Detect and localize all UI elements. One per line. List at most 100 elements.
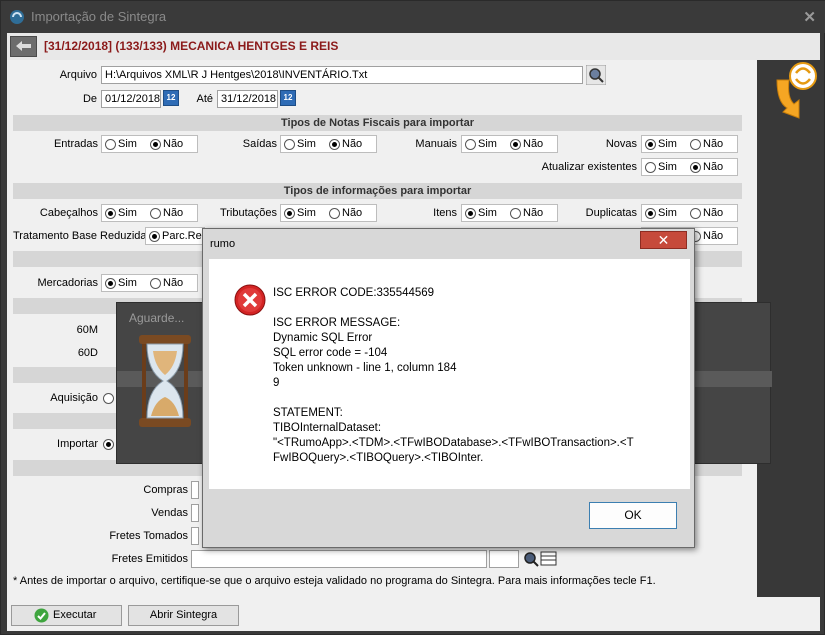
atualizar-no-radio[interactable] <box>690 162 701 173</box>
error-line: ISC ERROR CODE:335544569 <box>273 287 435 299</box>
saidas-radio-group: Sim Não <box>280 135 377 153</box>
mercadorias-label: Mercadorias <box>37 277 98 289</box>
error-dialog-title: rumo <box>210 238 236 250</box>
aquisicao-label: Aquisição <box>50 392 98 404</box>
window-title: Importação de Sintegra <box>31 9 167 24</box>
cabecalhos-no-radio[interactable] <box>150 208 161 219</box>
error-line: TIBOInternalDataset: <box>273 422 382 434</box>
fretes-emitidos-code-input[interactable] <box>489 550 519 568</box>
date-from-input[interactable]: 01/12/2018 <box>101 90 161 108</box>
download-arrow-icon[interactable] <box>759 60 819 124</box>
error-line <box>273 301 678 316</box>
fretes-emitidos-input[interactable] <box>191 550 487 568</box>
error-line: 9 <box>273 377 280 389</box>
saidas-yes-radio[interactable] <box>284 139 295 150</box>
duplicatas-radio-group: Sim Não <box>641 204 738 222</box>
mercadorias-yes-radio[interactable] <box>105 278 116 289</box>
tributacoes-label: Tributações <box>219 207 277 219</box>
cabecalhos-label: Cabeçalhos <box>39 207 98 219</box>
company-header: [31/12/2018] (133/133) MECANICA HENTGES … <box>44 39 339 53</box>
saidas-label: Saídas <box>242 138 277 150</box>
manuais-yes-radio[interactable] <box>465 139 476 150</box>
entradas-yes-radio[interactable] <box>105 139 116 150</box>
compras-input[interactable] <box>191 481 199 499</box>
date-to-label: Até <box>196 93 213 105</box>
fretes-emitidos-label: Fretes Emitidos <box>111 553 188 565</box>
back-button[interactable] <box>10 36 37 57</box>
novas-yes-radio[interactable] <box>645 139 656 150</box>
m60-label: 60M <box>76 324 98 336</box>
calendar-to-icon[interactable]: 12 <box>280 90 296 106</box>
section-nf-types: Tipos de Notas Fiscais para importar <box>13 115 742 131</box>
tributacoes-no-radio[interactable] <box>329 208 340 219</box>
header-bar: [31/12/2018] (133/133) MECANICA HENTGES … <box>7 33 820 60</box>
error-line: STATEMENT: <box>273 407 343 419</box>
browse-search-icon[interactable] <box>586 65 606 85</box>
duplicatas-no-radio[interactable] <box>690 208 701 219</box>
title-bar: Importação de Sintegra ✕ <box>1 1 825 33</box>
cabecalhos-radio-group: Sim Não <box>101 204 198 222</box>
footnote: * Antes de importar o arquivo, certifiqu… <box>13 575 656 587</box>
novas-radio-group: Sim Não <box>641 135 738 153</box>
close-window-button[interactable]: ✕ <box>803 8 816 26</box>
itens-yes-radio[interactable] <box>465 208 476 219</box>
d60-label: 60D <box>77 347 98 359</box>
file-path-input[interactable]: H:\Arquivos XML\R J Hentges\2018\INVENTÁ… <box>101 66 583 84</box>
tratamento-radio-group: Parc.Re <box>145 227 205 245</box>
novas-no-radio[interactable] <box>690 139 701 150</box>
saidas-no-radio[interactable] <box>329 139 340 150</box>
atualizar-radio-group: Sim Não <box>641 158 738 176</box>
execute-button[interactable]: Executar <box>11 605 122 626</box>
hourglass-icon <box>139 335 191 427</box>
vendas-input[interactable] <box>191 504 199 522</box>
manuais-radio-group: Sim Não <box>461 135 558 153</box>
compras-label: Compras <box>143 484 188 496</box>
duplicatas-label: Duplicatas <box>585 207 637 219</box>
section-info-types: Tipos de informações para importar <box>13 183 742 199</box>
aquisicao-radio[interactable] <box>103 393 114 404</box>
error-line: ISC ERROR MESSAGE: <box>273 317 401 329</box>
atualizar-yes-radio[interactable] <box>645 162 656 173</box>
fretes-tomados-input[interactable] <box>191 527 199 545</box>
error-line: FwIBOQuery>.<TIBOQuery>.<TIBOInter. <box>273 452 484 464</box>
error-close-button[interactable]: ✕ <box>640 231 687 249</box>
mercadorias-no-radio[interactable] <box>150 278 161 289</box>
tributacoes-radio-group: Sim Não <box>280 204 377 222</box>
manuais-label: Manuais <box>415 138 457 150</box>
execute-label: Executar <box>53 609 97 621</box>
date-to-input[interactable]: 31/12/2018 <box>217 90 278 108</box>
check-circle-icon <box>34 608 49 623</box>
main-window: Importação de Sintegra ✕ [31/12/2018] (1… <box>0 0 825 635</box>
entradas-no-radio[interactable] <box>150 139 161 150</box>
itens-no-radio[interactable] <box>510 208 521 219</box>
fretes-tomados-label: Fretes Tomados <box>109 530 188 542</box>
tratamento-radio[interactable] <box>149 231 160 242</box>
mercadorias-radio-group: Sim Não <box>101 274 198 292</box>
importar-label: Importar <box>57 438 98 450</box>
entradas-label: Entradas <box>53 138 98 150</box>
error-line <box>273 391 678 406</box>
vendas-label: Vendas <box>151 507 188 519</box>
ok-button[interactable]: OK <box>589 502 677 529</box>
cabecalhos-yes-radio[interactable] <box>105 208 116 219</box>
bottom-bar: Executar Abrir Sintegra <box>7 597 820 631</box>
error-icon <box>234 284 266 316</box>
search-grid-icon[interactable] <box>522 550 558 568</box>
error-dialog: rumo ✕ ISC ERROR CODE:335544569 ISC ERRO… <box>202 228 695 548</box>
atualizar-label: Atualizar existentes <box>541 161 637 173</box>
open-sintegra-button[interactable]: Abrir Sintegra <box>128 605 239 626</box>
novas-label: Novas <box>605 138 637 150</box>
manuais-no-radio[interactable] <box>510 139 521 150</box>
error-line: Dynamic SQL Error <box>273 332 373 344</box>
error-line: SQL error code = -104 <box>273 347 388 359</box>
importar-radio[interactable] <box>103 439 114 450</box>
tributacoes-yes-radio[interactable] <box>284 208 295 219</box>
itens-label: Itens <box>433 207 457 219</box>
error-line: Token unknown - line 1, column 184 <box>273 362 457 374</box>
wait-dialog-title: Aguarde... <box>129 311 185 325</box>
calendar-from-icon[interactable]: 12 <box>163 90 179 106</box>
entradas-radio-group: Sim Não <box>101 135 198 153</box>
date-from-label: De <box>82 93 97 105</box>
duplicatas-yes-radio[interactable] <box>645 208 656 219</box>
error-line: "<TRumoApp>.<TDM>.<TFwIBODatabase>.<TFwI… <box>273 437 634 449</box>
